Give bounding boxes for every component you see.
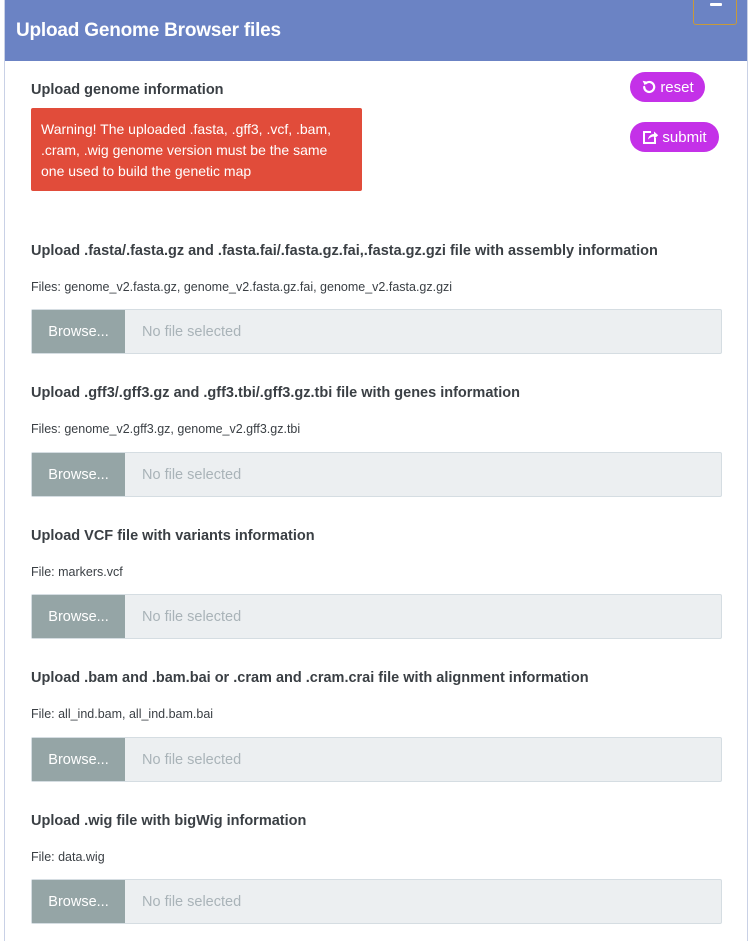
share-icon — [643, 131, 659, 144]
vcf-file-input[interactable]: Browse... No file selected — [31, 594, 722, 639]
panel-header: Upload Genome Browser files — [5, 0, 747, 61]
genome-info-title: Upload genome information — [31, 82, 224, 98]
gff3-file-placeholder: No file selected — [142, 467, 242, 483]
vcf-files-text: File: markers.vcf — [31, 565, 123, 579]
gff3-files-text: Files: genome_v2.gff3.gz, genome_v2.gff3… — [31, 422, 301, 436]
minus-icon — [710, 3, 722, 6]
wig-file-input[interactable]: Browse... No file selected — [31, 879, 722, 924]
panel-title: Upload Genome Browser files — [16, 20, 281, 41]
gff3-upload-title: Upload .gff3/.gff3.gz and .gff3.tbi/.gff… — [31, 385, 520, 401]
bam-upload-title: Upload .bam and .bam.bai or .cram and .c… — [31, 670, 589, 686]
vcf-upload-title: Upload VCF file with variants informatio… — [31, 528, 315, 544]
submit-label: submit — [662, 128, 707, 146]
bam-file-placeholder: No file selected — [142, 752, 242, 768]
reset-icon — [642, 80, 656, 94]
collapse-button[interactable] — [693, 0, 737, 25]
fasta-upload-title: Upload .fasta/.fasta.gz and .fasta.fai/.… — [31, 243, 658, 259]
bam-file-input[interactable]: Browse... No file selected — [31, 737, 722, 782]
reset-button[interactable]: reset — [630, 72, 705, 102]
fasta-browse-button[interactable]: Browse... — [32, 310, 125, 353]
wig-upload-title: Upload .wig file with bigWig information — [31, 813, 307, 829]
bam-files-text: File: all_ind.bam, all_ind.bam.bai — [31, 707, 214, 721]
vcf-browse-button[interactable]: Browse... — [32, 595, 125, 638]
bam-browse-button[interactable]: Browse... — [32, 738, 125, 781]
fasta-files-text: Files: genome_v2.fasta.gz, genome_v2.fas… — [31, 280, 453, 294]
wig-browse-button[interactable]: Browse... — [32, 880, 125, 923]
submit-button[interactable]: submit — [630, 122, 719, 152]
fasta-file-placeholder: No file selected — [142, 324, 242, 340]
upload-panel: Upload Genome Browser files Upload genom… — [4, 0, 748, 941]
vcf-file-placeholder: No file selected — [142, 609, 242, 625]
warning-alert: Warning! The uploaded .fasta, .gff3, .vc… — [31, 108, 362, 191]
wig-file-placeholder: No file selected — [142, 894, 242, 910]
reset-label: reset — [660, 78, 694, 96]
wig-files-text: File: data.wig — [31, 850, 105, 864]
gff3-browse-button[interactable]: Browse... — [32, 453, 125, 496]
fasta-file-input[interactable]: Browse... No file selected — [31, 309, 722, 354]
gff3-file-input[interactable]: Browse... No file selected — [31, 452, 722, 497]
